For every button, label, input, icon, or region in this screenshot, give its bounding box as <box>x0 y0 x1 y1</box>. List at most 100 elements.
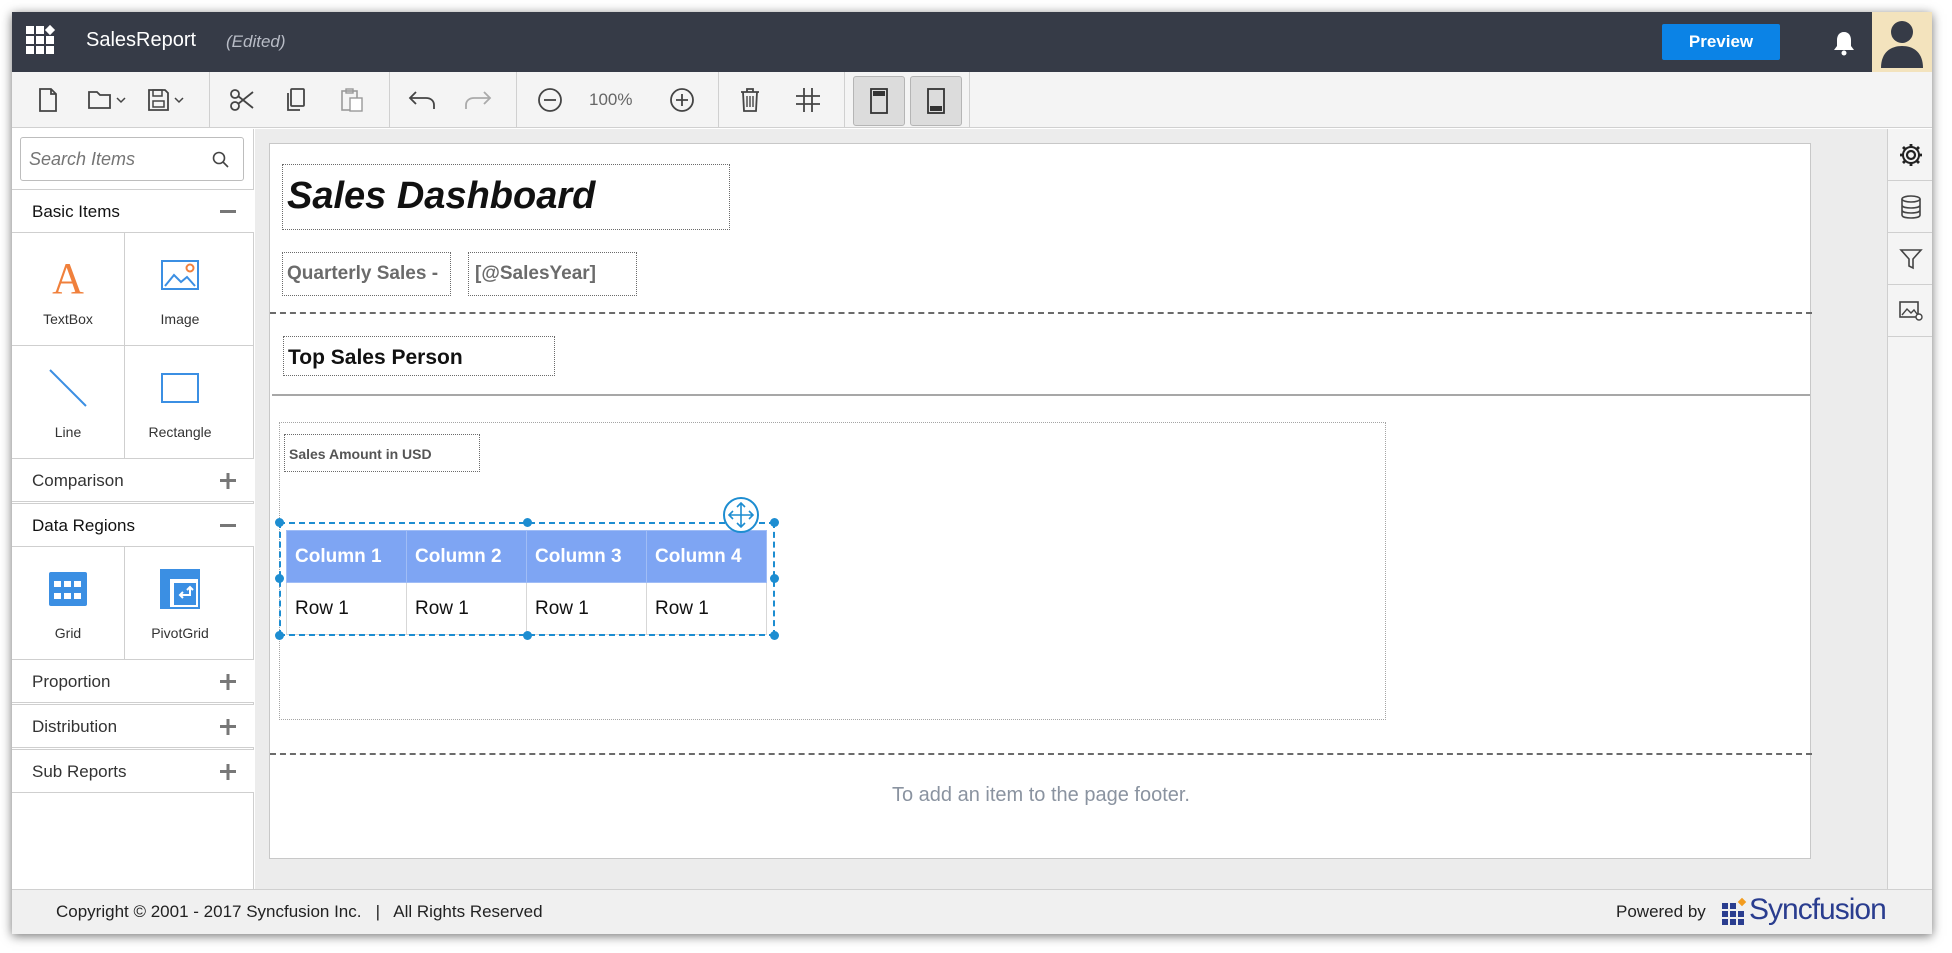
resize-handle[interactable] <box>770 574 779 583</box>
notification-bell-icon[interactable] <box>1832 30 1856 56</box>
header-toggle-button[interactable] <box>853 76 905 126</box>
section-comparison[interactable]: Comparison <box>12 458 254 502</box>
section-label: Distribution <box>32 717 118 736</box>
title-textbox[interactable]: Sales Dashboard <box>282 164 730 230</box>
header-separator <box>270 312 1812 314</box>
page-footer-icon <box>927 88 945 114</box>
resize-handle[interactable] <box>770 631 779 640</box>
report-name: SalesReport <box>86 29 197 51</box>
delete-button[interactable] <box>728 78 772 122</box>
grid-lines-button[interactable] <box>786 78 830 122</box>
paste-button[interactable] <box>330 78 374 122</box>
report-title: Sales Dashboard <box>287 175 596 217</box>
expand-plus-icon[interactable] <box>218 717 238 737</box>
app-header: SalesReport (Edited) Preview <box>12 12 1932 72</box>
item-grid[interactable]: Grid <box>12 547 124 659</box>
item-pivotgrid[interactable]: PivotGrid <box>124 547 236 659</box>
app-launcher-icon[interactable] <box>26 24 60 60</box>
image-settings-icon <box>1898 300 1923 321</box>
redo-icon <box>465 91 492 109</box>
textbox-icon: A <box>52 255 84 295</box>
cut-button[interactable] <box>220 78 264 122</box>
section-distribution[interactable]: Distribution <box>12 704 254 748</box>
page-header-icon <box>870 88 888 114</box>
section-label: Data Regions <box>32 516 136 535</box>
resize-handle[interactable] <box>275 631 284 640</box>
resize-handle[interactable] <box>275 574 284 583</box>
chart-title: Sales Amount in USD <box>289 446 432 462</box>
save-button[interactable] <box>142 78 192 122</box>
status-bar: Copyright © 2001 - 2017 Syncfusion Inc. … <box>12 889 1932 934</box>
zoom-in-button[interactable] <box>660 78 704 122</box>
section-basic-items[interactable]: Basic Items <box>12 189 254 233</box>
user-avatar[interactable] <box>1872 12 1932 72</box>
scissors-icon <box>230 89 254 111</box>
zoom-out-button[interactable] <box>528 78 572 122</box>
gear-icon <box>1899 143 1922 166</box>
move-arrows-icon <box>727 501 755 529</box>
section-data-regions[interactable]: Data Regions <box>12 503 254 547</box>
line-item[interactable] <box>272 394 1810 396</box>
resize-handle[interactable] <box>770 518 779 527</box>
undo-button[interactable] <box>400 78 444 122</box>
resize-handle[interactable] <box>523 518 532 527</box>
report-page[interactable]: Sales Dashboard Quarterly Sales - [@Sale… <box>269 143 1812 859</box>
powered-by-label: Powered by <box>1616 902 1706 921</box>
chart-title-textbox[interactable]: Sales Amount in USD <box>284 434 480 472</box>
section-sub-reports[interactable]: Sub Reports <box>12 749 254 793</box>
zoom-out-icon <box>538 88 562 112</box>
item-label: Image <box>160 311 200 327</box>
quarterly-label: Quarterly Sales - <box>287 263 439 284</box>
resize-handle[interactable] <box>275 518 284 527</box>
properties-button[interactable] <box>1888 129 1932 181</box>
sales-year-param: [@SalesYear] <box>475 263 596 284</box>
sales-year-textbox[interactable]: [@SalesYear] <box>468 252 637 296</box>
zoom-in-icon <box>670 88 694 112</box>
move-handle[interactable] <box>723 497 759 533</box>
trash-icon <box>741 88 759 112</box>
item-rectangle[interactable]: Rectangle <box>124 346 236 458</box>
line-icon <box>49 369 87 407</box>
item-label: Grid <box>54 625 82 641</box>
edited-indicator: (Edited) <box>226 32 286 51</box>
new-file-button[interactable] <box>26 78 70 122</box>
open-button[interactable] <box>82 78 132 122</box>
expand-plus-icon[interactable] <box>218 672 238 692</box>
search-box[interactable] <box>20 137 244 181</box>
section-label: Sub Reports <box>32 762 127 781</box>
copyright-text: Copyright © 2001 - 2017 Syncfusion Inc. … <box>56 902 543 921</box>
filter-icon <box>1898 248 1923 269</box>
item-image[interactable]: Image <box>124 233 236 345</box>
item-line[interactable]: Line <box>12 346 124 458</box>
top-sales-textbox[interactable]: Top Sales Person <box>283 336 555 376</box>
quarterly-textbox[interactable]: Quarterly Sales - <box>282 252 451 296</box>
collapse-minus-icon[interactable] <box>218 516 238 536</box>
footer-toggle-button[interactable] <box>910 76 962 126</box>
section-label: Comparison <box>32 471 124 490</box>
search-input[interactable] <box>29 146 199 172</box>
designer-window: SalesReport (Edited) Preview 100% Search… <box>12 12 1932 934</box>
pivotgrid-icon <box>160 569 200 609</box>
design-canvas[interactable]: Sales Dashboard Quarterly Sales - [@Sale… <box>255 129 1887 889</box>
grid-icon <box>49 572 87 606</box>
data-button[interactable] <box>1888 181 1932 233</box>
section-label: Proportion <box>32 672 111 691</box>
search-icon[interactable] <box>211 150 231 170</box>
expand-plus-icon[interactable] <box>218 471 238 491</box>
image-icon <box>161 260 199 290</box>
item-label: Line <box>54 424 82 440</box>
section-label: Basic Items <box>32 202 120 221</box>
user-silhouette-icon <box>1881 21 1923 68</box>
section-proportion[interactable]: Proportion <box>12 659 254 703</box>
preview-button[interactable]: Preview <box>1662 24 1780 60</box>
filter-button[interactable] <box>1888 233 1932 285</box>
collapse-minus-icon[interactable] <box>218 202 238 222</box>
expand-plus-icon[interactable] <box>218 762 238 782</box>
resize-handle[interactable] <box>523 631 532 640</box>
copy-button[interactable] <box>274 78 318 122</box>
image-manager-button[interactable] <box>1888 285 1932 337</box>
save-icon <box>148 89 184 111</box>
redo-button[interactable] <box>456 78 500 122</box>
item-label: TextBox <box>43 311 93 327</box>
item-textbox[interactable]: A TextBox <box>12 233 124 345</box>
